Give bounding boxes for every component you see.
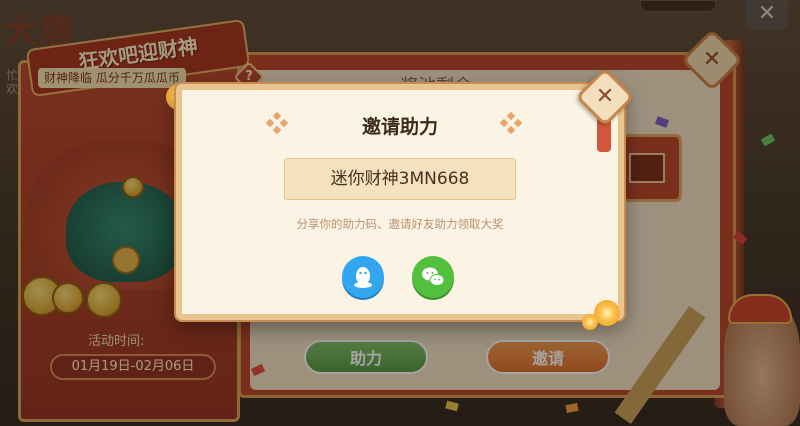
share-qq-button[interactable] [342, 256, 384, 298]
invite-help-dialog: 邀请助力 迷你财神3MN668 分享你的助力码、邀请好友助力领取大奖 [176, 84, 624, 320]
diamond-ornament-icon [500, 112, 522, 134]
dialog-hint: 分享你的助力码、邀请好友助力领取大奖 [296, 217, 504, 231]
close-icon: ✕ [595, 84, 615, 109]
flower-decoration [582, 314, 598, 330]
qq-penguin-icon [354, 267, 372, 288]
share-wechat-button[interactable] [412, 256, 454, 298]
invite-code-field[interactable]: 迷你财神3MN668 [284, 158, 516, 200]
dialog-title: 邀请助力 [361, 116, 438, 138]
wechat-icon [422, 267, 445, 286]
